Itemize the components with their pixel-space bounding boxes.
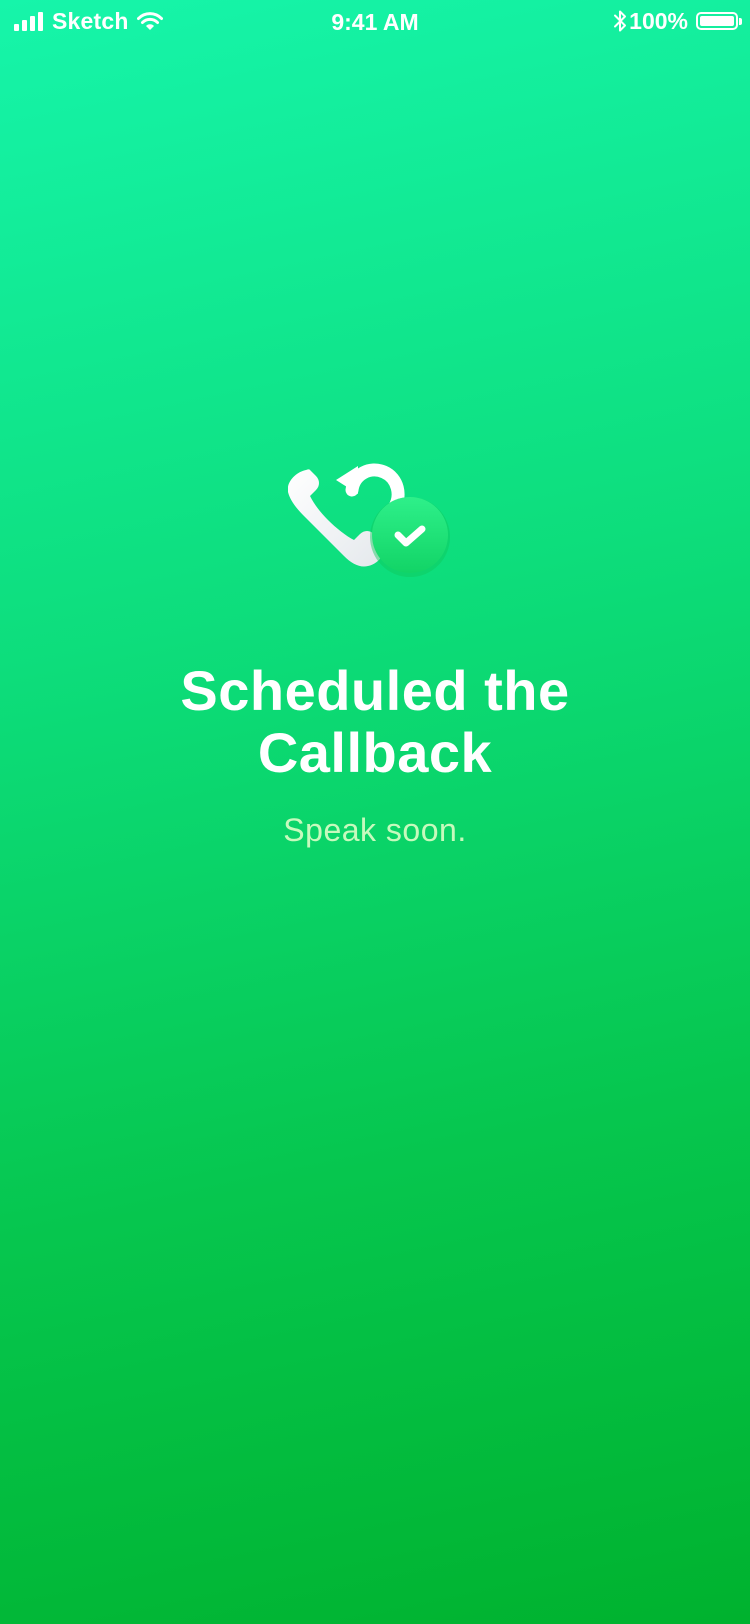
battery-percent: 100% — [629, 7, 688, 34]
status-bar: Sketch 9:41 AM 100% — [0, 0, 750, 44]
callback-arrow-icon — [336, 463, 405, 515]
phone-handset-icon — [288, 469, 385, 567]
check-badge-icon — [370, 497, 450, 577]
title-line-2: Callback — [257, 721, 493, 784]
status-bar-right: 100% — [613, 7, 742, 34]
phone-callback-check-icon — [288, 463, 450, 577]
page-subtitle: Speak soon. — [283, 812, 467, 848]
bluetooth-icon — [614, 10, 627, 32]
page-title: Scheduled the Callback — [0, 660, 750, 784]
battery-icon — [696, 12, 742, 30]
title-line-1: Scheduled the — [180, 659, 570, 722]
